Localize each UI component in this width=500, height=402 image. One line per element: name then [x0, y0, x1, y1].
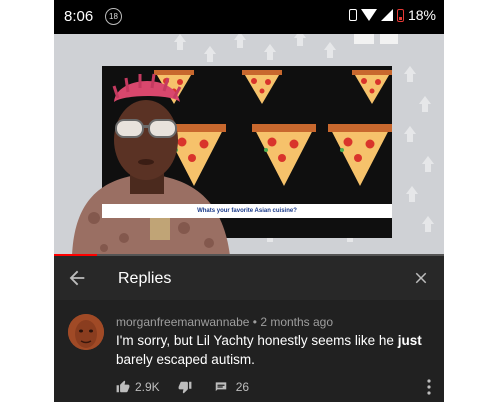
arrow-left-icon[interactable] — [66, 267, 88, 289]
status-bar: 8:06 18 18% — [54, 0, 444, 34]
replies-header: Replies — [54, 256, 444, 300]
comment-item: morganfreemanwannabe • 2 months ago I'm … — [54, 300, 444, 402]
battery-percent: 18% — [407, 7, 436, 23]
thumb-up-icon[interactable] — [116, 380, 130, 394]
close-icon[interactable] — [412, 269, 430, 287]
video-caption: Whats your favorite Asian cuisine? — [102, 204, 392, 218]
vibrate-icon — [348, 9, 357, 21]
like-count: 2.9K — [135, 380, 160, 394]
comment-text: I'm sorry, but Lil Yachty honestly seems… — [116, 331, 426, 369]
comment-time: 2 months ago — [260, 315, 334, 329]
wifi-icon — [360, 9, 377, 21]
comment-icon[interactable] — [214, 380, 228, 394]
signal-icon — [380, 9, 393, 21]
thumb-down-icon[interactable] — [178, 380, 192, 394]
notification-count-badge: 18 — [105, 8, 122, 25]
avatar-image — [68, 314, 104, 350]
comment-text-end: barely escaped autism. — [116, 352, 255, 367]
more-vert-icon[interactable] — [424, 378, 434, 396]
status-icons: 18% — [348, 7, 436, 23]
comment-actions: 2.9K 26 — [116, 378, 249, 396]
meta-separator: • — [252, 315, 257, 329]
comment-text-start: I'm sorry, but Lil Yachty honestly seems… — [116, 333, 398, 348]
person-figure — [72, 73, 230, 256]
avatar[interactable] — [68, 314, 104, 350]
replies-title: Replies — [118, 270, 172, 287]
status-time: 8:06 — [64, 8, 94, 25]
comment-author[interactable]: morganfreemanwannabe — [116, 315, 249, 329]
phone-screen: 8:06 18 18% Whats your favorite Asian cu… — [54, 0, 444, 402]
reply-count: 26 — [235, 380, 250, 394]
comment-text-bold: just — [397, 333, 422, 348]
battery-icon — [396, 8, 404, 22]
video-player[interactable]: Whats your favorite Asian cuisine? — [54, 34, 444, 256]
comment-meta: morganfreemanwannabe • 2 months ago — [116, 315, 333, 329]
